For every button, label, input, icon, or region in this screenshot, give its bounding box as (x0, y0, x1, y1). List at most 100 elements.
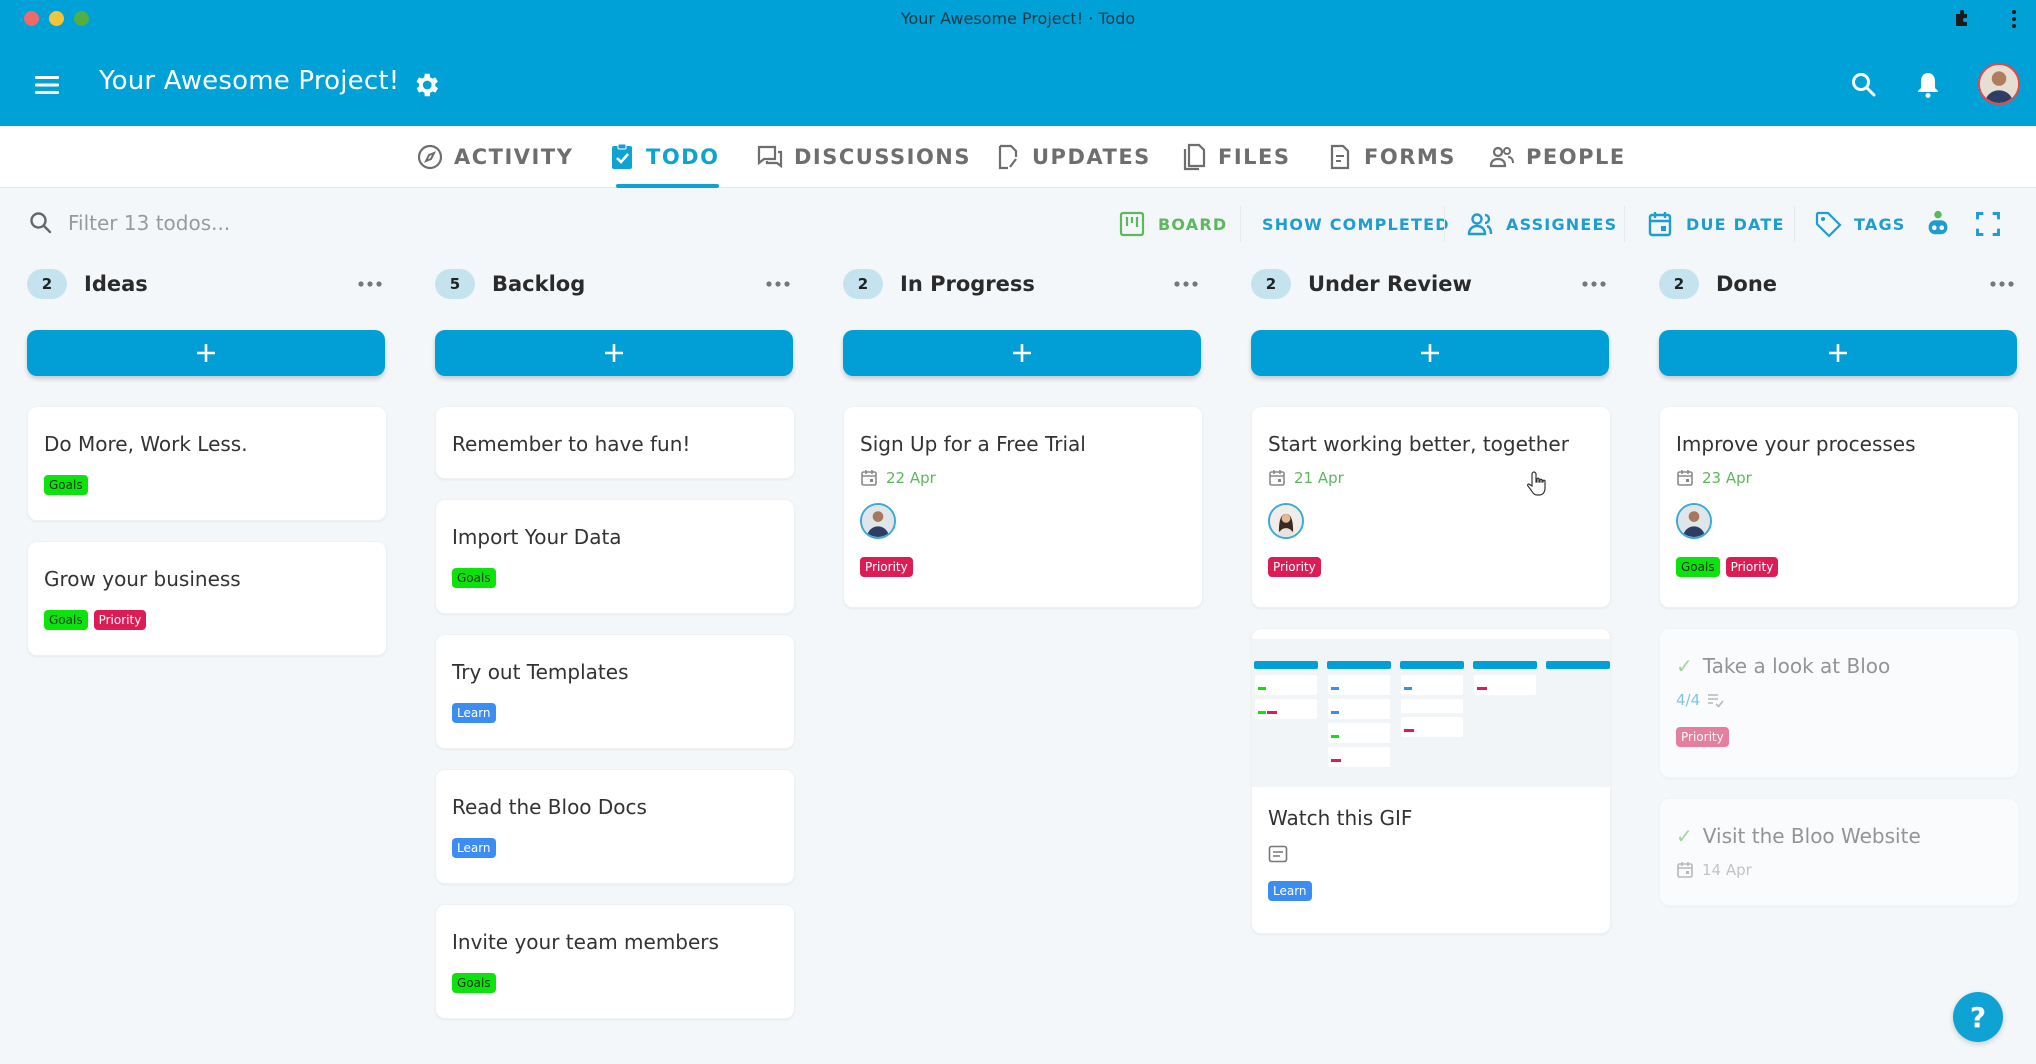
column-title: In Progress (900, 272, 1035, 296)
tag-goals: Goals (452, 568, 496, 588)
todo-card[interactable]: Start working better, together 21 Apr Pr… (1251, 406, 1611, 608)
filter-todos-input[interactable] (68, 211, 468, 235)
more-horizontal-icon[interactable] (1987, 272, 2017, 296)
card-title: Improve your processes (1676, 432, 1916, 456)
card-title: Take a look at Bloo (1702, 654, 1891, 678)
completed-todo-card[interactable]: ✓ Take a look at Bloo 4/4 Priority (1659, 628, 2019, 778)
todo-card[interactable]: Watch this GIF Learn (1251, 628, 1611, 934)
more-vertical-icon[interactable] (2010, 8, 2018, 30)
tab-activity[interactable]: ACTIVITY (416, 126, 573, 188)
calendar-icon (861, 470, 877, 486)
column-title: Ideas (84, 272, 148, 296)
tag-learn: Learn (452, 838, 496, 858)
card-title: Remember to have fun! (452, 432, 691, 456)
add-todo-button[interactable] (843, 330, 1201, 376)
search-icon[interactable] (1850, 71, 1878, 99)
column-header: 5 Backlog (435, 262, 795, 306)
due-date: 22 Apr (860, 469, 1186, 487)
todo-card[interactable]: Sign Up for a Free Trial 22 Apr Priority (843, 406, 1203, 608)
due-date: 14 Apr (1676, 861, 2002, 879)
hamburger-menu-icon[interactable] (32, 70, 62, 100)
tag-goals: Goals (44, 475, 88, 495)
assignee-avatar[interactable] (1268, 503, 1304, 539)
hand-pointer-cursor-icon (1527, 471, 1546, 496)
tag-goals: Goals (452, 973, 496, 993)
tab-todo[interactable]: TODO (608, 126, 720, 188)
completed-todo-card[interactable]: ✓ Visit the Bloo Website 14 Apr (1659, 798, 2019, 906)
bot-assistant-button[interactable] (1924, 207, 1952, 241)
due-date-filter-button[interactable]: DUE DATE (1646, 207, 1785, 241)
project-title[interactable]: Your Awesome Project! (99, 66, 399, 96)
user-avatar[interactable] (1978, 63, 2020, 105)
card-title: Watch this GIF (1268, 806, 1413, 830)
toolbar-divider (1444, 206, 1445, 242)
tab-people[interactable]: PEOPLE (1488, 126, 1626, 188)
column-ideas: 2 Ideas Do More, Work Less. Goals Grow y… (27, 262, 387, 656)
todo-card[interactable]: Try out Templates Learn (435, 634, 795, 749)
notification-bell-icon[interactable] (1914, 70, 1942, 100)
column-header: 2 Done (1659, 262, 2019, 306)
todo-card[interactable]: Read the Bloo Docs Learn (435, 769, 795, 884)
app-header: Your Awesome Project! · Todo Your Awesom… (0, 0, 2036, 126)
column-count-badge: 2 (1251, 269, 1291, 299)
tag-learn: Learn (1268, 881, 1312, 901)
tag-priority: Priority (1268, 557, 1321, 577)
column-in-progress: 2 In Progress Sign Up for a Free Trial 2… (843, 262, 1203, 608)
more-horizontal-icon[interactable] (763, 272, 793, 296)
plus-icon (605, 344, 623, 362)
files-icon (1183, 143, 1206, 171)
search-icon (30, 212, 52, 234)
robot-icon (1928, 210, 1948, 235)
assignee-avatar[interactable] (860, 503, 896, 539)
fullscreen-button[interactable] (1974, 207, 2002, 241)
tab-discussions[interactable]: DISCUSSIONS (756, 126, 971, 188)
tags-filter-button[interactable]: TAGS (1814, 207, 1906, 241)
help-button[interactable]: ? (1953, 992, 2003, 1042)
plus-icon (1829, 344, 1847, 362)
column-count-badge: 2 (27, 269, 67, 299)
show-completed-button[interactable]: SHOW COMPLETED (1262, 207, 1450, 241)
more-horizontal-icon[interactable] (1171, 272, 1201, 296)
tab-files[interactable]: FILES (1180, 126, 1291, 188)
add-todo-button[interactable] (27, 330, 385, 376)
card-title: Visit the Bloo Website (1702, 824, 1921, 848)
extension-puzzle-icon[interactable] (1952, 8, 1972, 28)
tab-navigation: ACTIVITY TODO DISCUSSIONS UPDATES FILES … (0, 126, 2036, 188)
tag-icon (1815, 211, 1842, 238)
todo-card[interactable]: Import Your Data Goals (435, 499, 795, 614)
document-edit-icon (998, 144, 1018, 170)
filter-bar (28, 210, 468, 236)
todo-card[interactable]: Invite your team members Goals (435, 904, 795, 1019)
more-horizontal-icon[interactable] (1579, 272, 1609, 296)
card-title: Try out Templates (452, 660, 629, 684)
board-preview-image (1252, 629, 1610, 787)
column-count-badge: 5 (435, 269, 475, 299)
add-todo-button[interactable] (435, 330, 793, 376)
more-horizontal-icon[interactable] (355, 272, 385, 296)
tag-learn: Learn (452, 703, 496, 723)
tab-forms[interactable]: FORMS (1326, 126, 1456, 188)
card-title: Sign Up for a Free Trial (860, 432, 1086, 456)
tag-goals: Goals (44, 610, 88, 630)
todo-card[interactable]: Improve your processes 23 Apr Goals Prio… (1659, 406, 2019, 608)
card-title: Invite your team members (452, 930, 719, 954)
toolbar-divider (1624, 206, 1625, 242)
assignees-filter-button[interactable]: ASSIGNEES (1466, 207, 1617, 241)
completed-check-icon: ✓ (1676, 654, 1693, 678)
column-header: 2 Under Review (1251, 262, 1611, 306)
tab-updates[interactable]: UPDATES (994, 126, 1151, 188)
gear-icon[interactable] (411, 70, 441, 100)
todo-card[interactable]: Do More, Work Less. Goals (27, 406, 387, 521)
completed-check-icon: ✓ (1676, 824, 1693, 848)
board-icon (1119, 211, 1145, 237)
assignees-icon (1467, 213, 1493, 236)
add-todo-button[interactable] (1659, 330, 2017, 376)
todo-card[interactable]: Grow your business Goals Priority (27, 541, 387, 656)
tag-priority: Priority (1725, 557, 1779, 577)
add-todo-button[interactable] (1251, 330, 1609, 376)
column-title: Backlog (492, 272, 586, 296)
todo-card[interactable]: Remember to have fun! (435, 406, 795, 479)
assignee-avatar[interactable] (1676, 503, 1712, 539)
board-view-button[interactable]: BOARD (1118, 207, 1227, 241)
card-title: Do More, Work Less. (44, 432, 248, 456)
